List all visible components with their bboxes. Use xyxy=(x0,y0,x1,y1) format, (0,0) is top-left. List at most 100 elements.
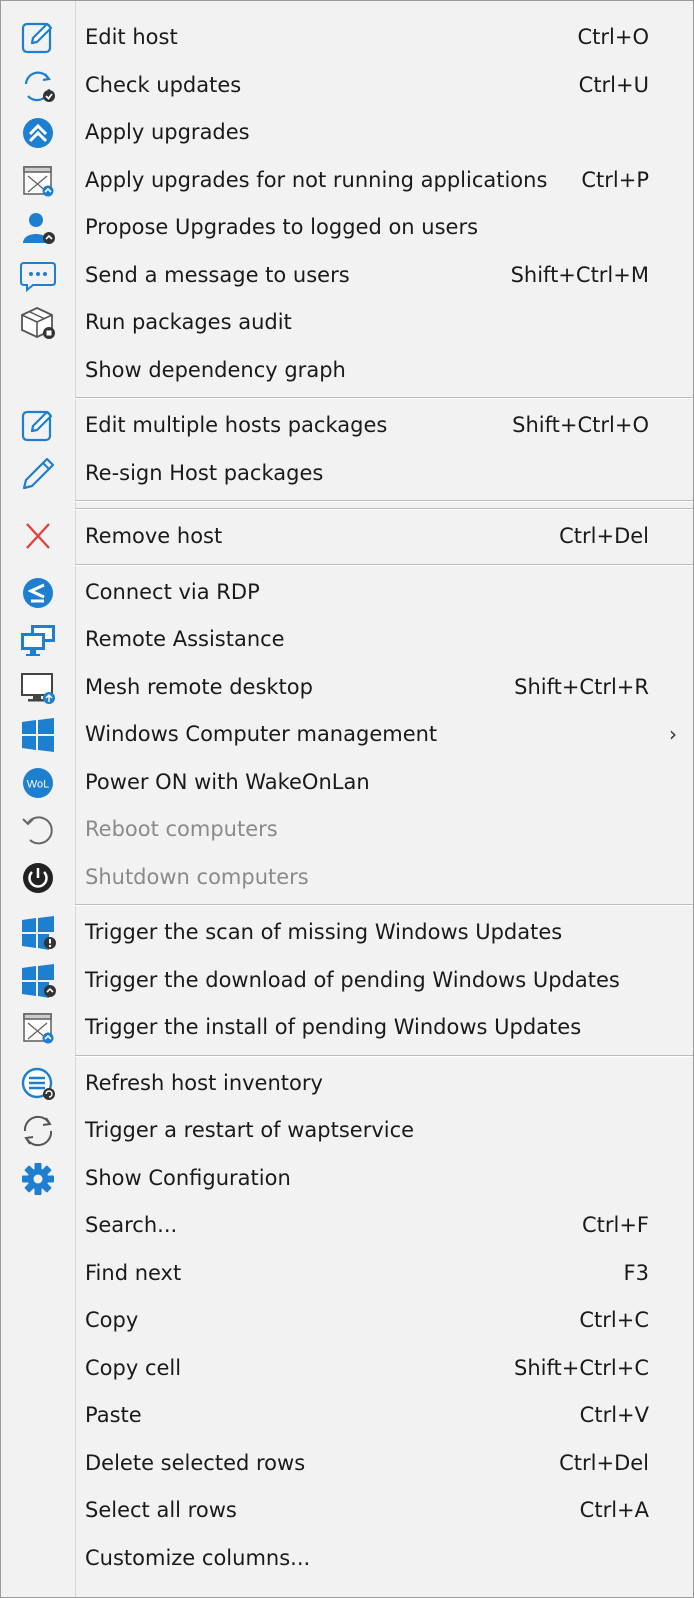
remote-assistance-icon xyxy=(18,623,58,657)
package-audit-icon xyxy=(18,306,58,340)
menu-separator xyxy=(1,505,693,513)
menu-item-label: Send a message to users xyxy=(85,262,350,287)
menu-item-remove-host[interactable]: Remove host Ctrl+Del xyxy=(1,513,693,561)
rdp-icon xyxy=(18,576,58,610)
menu-item-shortcut: Shift+Ctrl+O xyxy=(512,413,649,437)
menu-item-label: Connect via RDP xyxy=(85,579,260,604)
menu-item-label: Trigger the install of pending Windows U… xyxy=(85,1015,582,1039)
restart-icon xyxy=(18,1114,58,1148)
menu-item-apply-upgrades-not-running[interactable]: Apply upgrades for not running applicati… xyxy=(1,157,693,205)
menu-item-shortcut: Ctrl+V xyxy=(579,1403,649,1427)
menu-item-power-on-wol[interactable]: WoL Power ON with WakeOnLan xyxy=(1,759,693,807)
menu-item-label: Copy cell xyxy=(85,1355,182,1380)
menu-item-label: Mesh remote desktop xyxy=(85,674,313,699)
menu-item-refresh-host-inventory[interactable]: Refresh host inventory xyxy=(1,1060,693,1108)
menu-item-label: Remove host xyxy=(85,524,223,548)
menu-separator xyxy=(1,561,693,569)
menu-item-shortcut: Shift+Ctrl+R xyxy=(514,674,649,699)
menu-separator xyxy=(1,497,693,505)
menu-item-label: Trigger the download of pending Windows … xyxy=(85,967,620,992)
menu-item-copy[interactable]: Copy Ctrl+C xyxy=(1,1297,693,1345)
menu-separator xyxy=(1,394,693,402)
menu-items: Edit host Ctrl+O Check updates Ctrl+U Ap… xyxy=(1,14,693,1582)
menu-item-shortcut: Ctrl+P xyxy=(581,167,649,192)
menu-item-find-next[interactable]: Find next F3 xyxy=(1,1250,693,1298)
menu-item-trigger-install-windows-updates[interactable]: Trigger the install of pending Windows U… xyxy=(1,1004,693,1052)
menu-item-label: Apply upgrades xyxy=(85,120,250,144)
menu-item-shortcut: Ctrl+U xyxy=(578,72,649,97)
window-upgrade-icon xyxy=(18,164,58,198)
menu-item-label: Delete selected rows xyxy=(85,1450,306,1475)
menu-item-trigger-download-windows-updates[interactable]: Trigger the download of pending Windows … xyxy=(1,957,693,1005)
remove-icon xyxy=(18,520,58,554)
menu-item-apply-upgrades[interactable]: Apply upgrades xyxy=(1,109,693,157)
menu-item-show-configuration[interactable]: Show Configuration xyxy=(1,1155,693,1203)
menu-item-label: Remote Assistance xyxy=(85,627,285,651)
menu-item-label: Refresh host inventory xyxy=(85,1070,323,1095)
menu-item-customize-columns[interactable]: Customize columns... xyxy=(1,1535,693,1583)
refresh-inventory-icon xyxy=(18,1067,58,1101)
menu-item-shortcut: F3 xyxy=(623,1260,649,1285)
menu-item-edit-multiple-hosts-packages[interactable]: Edit multiple hosts packages Shift+Ctrl+… xyxy=(1,402,693,450)
menu-item-shortcut: Ctrl+F xyxy=(581,1213,649,1237)
menu-item-label: Search... xyxy=(85,1213,178,1237)
menu-item-remote-assistance[interactable]: Remote Assistance xyxy=(1,616,693,664)
menu-item-label: Find next xyxy=(85,1260,182,1285)
menu-item-select-all-rows[interactable]: Select all rows Ctrl+A xyxy=(1,1487,693,1535)
menu-item-edit-host[interactable]: Edit host Ctrl+O xyxy=(1,14,693,62)
menu-separator xyxy=(1,1052,693,1060)
menu-item-resign-host-packages[interactable]: Re-sign Host packages xyxy=(1,450,693,498)
menu-item-shortcut: Ctrl+Del xyxy=(559,524,649,548)
menu-item-restart-waptservice[interactable]: Trigger a restart of waptservice xyxy=(1,1107,693,1155)
menu-item-check-updates[interactable]: Check updates Ctrl+U xyxy=(1,62,693,110)
menu-item-label: Trigger a restart of waptservice xyxy=(85,1118,415,1142)
pencil-icon xyxy=(18,457,58,491)
menu-item-label: Copy xyxy=(85,1308,139,1332)
menu-item-label: Re-sign Host packages xyxy=(85,460,324,485)
power-icon xyxy=(18,861,58,895)
context-menu: Edit host Ctrl+O Check updates Ctrl+U Ap… xyxy=(0,0,694,1598)
menu-item-label: Propose Upgrades to logged on users xyxy=(85,215,479,239)
check-updates-icon xyxy=(18,69,58,103)
menu-item-label: Select all rows xyxy=(85,1498,237,1522)
menu-item-show-dependency-graph[interactable]: Show dependency graph xyxy=(1,347,693,395)
menu-item-label: Reboot computers xyxy=(85,817,278,841)
menu-item-search[interactable]: Search... Ctrl+F xyxy=(1,1202,693,1250)
window-upgrade-icon xyxy=(18,1011,58,1045)
menu-item-label: Customize columns... xyxy=(85,1545,311,1570)
menu-item-shortcut: Ctrl+C xyxy=(579,1308,649,1332)
windows-icon xyxy=(18,718,58,752)
menu-item-trigger-scan-windows-updates[interactable]: Trigger the scan of missing Windows Upda… xyxy=(1,909,693,957)
menu-item-mesh-remote-desktop[interactable]: Mesh remote desktop Shift+Ctrl+R xyxy=(1,664,693,712)
message-icon xyxy=(18,259,58,293)
gear-icon xyxy=(18,1162,58,1196)
menu-item-paste[interactable]: Paste Ctrl+V xyxy=(1,1392,693,1440)
menu-item-run-packages-audit[interactable]: Run packages audit xyxy=(1,299,693,347)
menu-item-shutdown-computers[interactable]: Shutdown computers xyxy=(1,854,693,902)
menu-item-label: Show Configuration xyxy=(85,1165,291,1190)
wol-icon: WoL xyxy=(18,766,58,800)
menu-item-label: Edit multiple hosts packages xyxy=(85,413,388,437)
menu-item-windows-computer-management[interactable]: Windows Computer management › xyxy=(1,711,693,759)
menu-item-shortcut: Ctrl+Del xyxy=(559,1450,649,1475)
edit-icon xyxy=(18,409,58,443)
menu-item-label: Windows Computer management xyxy=(85,722,438,746)
windows-download-icon xyxy=(18,963,58,998)
menu-item-label: Shutdown computers xyxy=(85,864,309,889)
menu-item-label: Paste xyxy=(85,1403,142,1427)
wol-icon-text: WoL xyxy=(27,778,49,790)
menu-item-label: Power ON with WakeOnLan xyxy=(85,769,370,794)
menu-item-propose-upgrades[interactable]: Propose Upgrades to logged on users xyxy=(1,204,693,252)
menu-item-label: Edit host xyxy=(85,25,178,49)
menu-item-shortcut: Ctrl+O xyxy=(577,25,650,49)
menu-item-copy-cell[interactable]: Copy cell Shift+Ctrl+C xyxy=(1,1345,693,1393)
menu-item-reboot-computers[interactable]: Reboot computers xyxy=(1,806,693,854)
menu-item-label: Apply upgrades for not running applicati… xyxy=(85,167,548,192)
apply-upgrades-icon xyxy=(18,116,58,150)
menu-item-shortcut: Shift+Ctrl+M xyxy=(510,262,649,287)
menu-item-delete-selected-rows[interactable]: Delete selected rows Ctrl+Del xyxy=(1,1440,693,1488)
menu-item-label: Check updates xyxy=(85,72,242,97)
menu-item-send-message[interactable]: Send a message to users Shift+Ctrl+M xyxy=(1,252,693,300)
menu-item-connect-rdp[interactable]: Connect via RDP xyxy=(1,569,693,617)
submenu-arrow-icon: › xyxy=(669,722,677,746)
